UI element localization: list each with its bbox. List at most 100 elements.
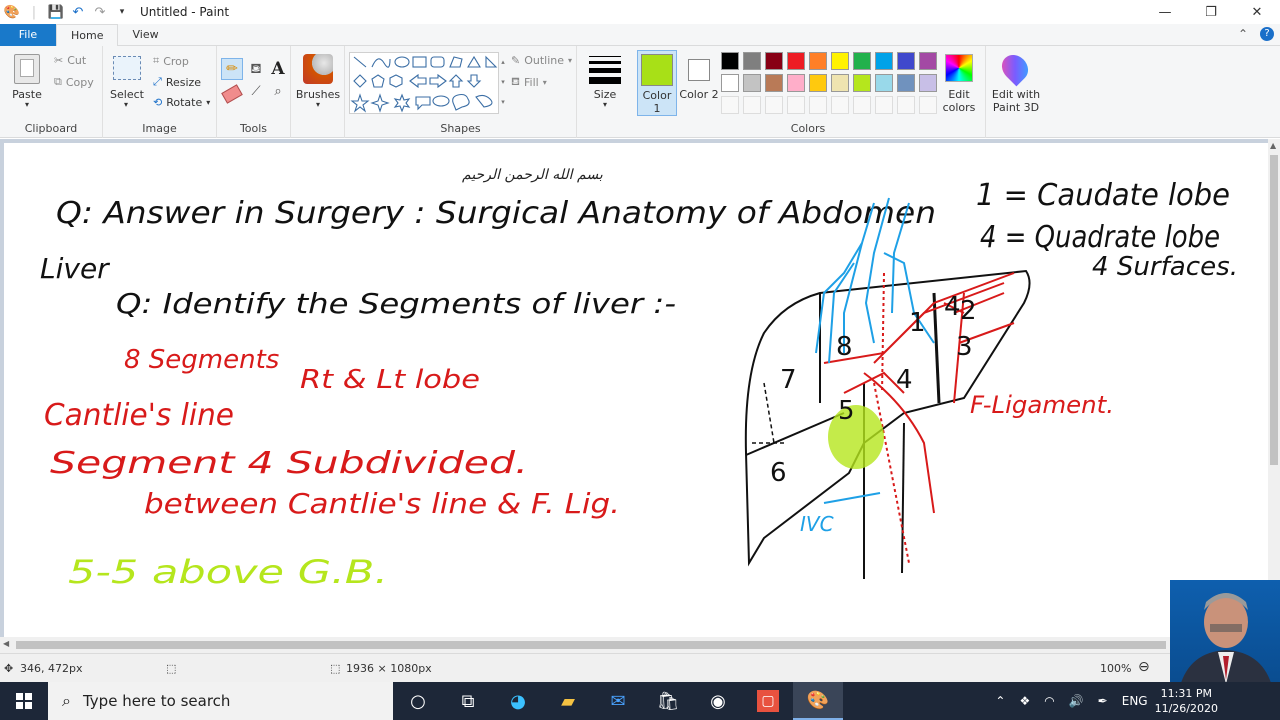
cut-button[interactable]: ✂ Cut <box>54 54 86 67</box>
drawing-canvas[interactable]: بسم الله الرحمن الرحيم Q: Answer in Surg… <box>4 143 1268 637</box>
select-icon[interactable] <box>113 56 141 80</box>
help-icon[interactable]: ? <box>1260 27 1274 41</box>
palette-swatch[interactable] <box>831 74 849 92</box>
minimize-button[interactable]: — <box>1142 0 1188 24</box>
paste-dropdown-icon[interactable]: ▾ <box>20 100 34 109</box>
palette-swatch[interactable] <box>875 52 893 70</box>
text-icon[interactable]: A <box>267 58 289 80</box>
palette-swatch[interactable] <box>853 52 871 70</box>
palette-swatch[interactable] <box>897 52 915 70</box>
dropbox-icon[interactable]: ❖ <box>1019 694 1030 708</box>
shapes-gallery[interactable] <box>349 52 499 114</box>
maximize-button[interactable]: ❐ <box>1188 0 1234 24</box>
chrome-button[interactable]: ◉ <box>693 682 743 720</box>
brush-icon[interactable] <box>303 54 333 84</box>
brushes-dropdown-icon[interactable]: ▾ <box>311 100 325 109</box>
color-picker-icon[interactable]: ⟋ <box>247 84 265 104</box>
palette-swatch[interactable] <box>919 52 937 70</box>
customize-toolbar-icon[interactable]: ▾ <box>114 4 130 20</box>
palette-swatch[interactable] <box>721 52 739 70</box>
pencil-icon[interactable]: ✏ <box>221 58 243 80</box>
palette-empty-swatch[interactable] <box>721 96 739 114</box>
tray-chevron-icon[interactable]: ⌃ <box>995 694 1005 708</box>
palette-empty-swatch[interactable] <box>853 96 871 114</box>
tab-file[interactable]: File <box>0 24 56 46</box>
network-icon[interactable]: ◠ <box>1044 694 1054 708</box>
tab-home[interactable]: Home <box>56 24 119 47</box>
outline-button[interactable]: ✎ Outline ▾ <box>511 54 572 67</box>
fill-icon[interactable]: ⛾ <box>245 58 267 80</box>
undo-icon[interactable]: ↶ <box>70 4 86 20</box>
size-icon[interactable] <box>589 56 621 84</box>
edit-with-paint3d-button[interactable]: Edit with Paint 3D <box>988 88 1044 114</box>
color2-selector[interactable]: Color 2 <box>679 50 719 116</box>
tab-view[interactable]: View <box>118 24 172 46</box>
clock-time: 11:31 PM <box>1160 687 1212 700</box>
palette-swatch[interactable] <box>853 74 871 92</box>
redo-icon[interactable]: ↷ <box>92 4 108 20</box>
shapes-scroll[interactable]: ▴ ▾ ▾ <box>499 52 507 114</box>
palette-empty-swatch[interactable] <box>765 96 783 114</box>
mail-button[interactable]: ✉ <box>593 682 643 720</box>
palette-swatch[interactable] <box>809 52 827 70</box>
palette-empty-swatch[interactable] <box>787 96 805 114</box>
eraser-icon[interactable] <box>221 84 243 104</box>
paint-taskbar-button[interactable]: 🎨 <box>793 682 843 720</box>
fill-button[interactable]: ⛾ Fill ▾ <box>511 75 547 90</box>
palette-swatch[interactable] <box>765 74 783 92</box>
collapse-ribbon-icon[interactable]: ⌃ <box>1238 27 1248 41</box>
palette-swatch[interactable] <box>831 52 849 70</box>
palette-empty-swatch[interactable] <box>919 96 937 114</box>
scroll-up-icon[interactable]: ▲ <box>1270 141 1276 150</box>
palette-swatch[interactable] <box>787 52 805 70</box>
vertical-scrollbar[interactable]: ▲ <box>1268 139 1280 637</box>
start-button[interactable] <box>0 682 48 720</box>
palette-swatch[interactable] <box>919 74 937 92</box>
color1-selector[interactable]: Color 1 <box>637 50 677 116</box>
horizontal-scroll-thumb[interactable] <box>16 641 1166 649</box>
edit-colors-button[interactable]: Edit colors <box>939 88 979 114</box>
palette-empty-swatch[interactable] <box>809 96 827 114</box>
palette-empty-swatch[interactable] <box>875 96 893 114</box>
pen-icon[interactable]: ✒ <box>1098 694 1108 708</box>
file-explorer-button[interactable]: ▰ <box>543 682 593 720</box>
segment-number: 5 <box>838 396 855 426</box>
palette-swatch[interactable] <box>897 74 915 92</box>
recording-app-button[interactable]: ▢ <box>743 682 793 720</box>
save-icon[interactable]: 💾 <box>48 4 64 20</box>
task-view-button[interactable]: ⧉ <box>443 682 493 720</box>
palette-swatch[interactable] <box>765 52 783 70</box>
scroll-left-icon[interactable]: ◀ <box>3 639 9 648</box>
palette-swatch[interactable] <box>787 74 805 92</box>
palette-swatch[interactable] <box>721 74 739 92</box>
close-button[interactable]: ✕ <box>1234 0 1280 24</box>
palette-empty-swatch[interactable] <box>831 96 849 114</box>
cortana-button[interactable]: ○ <box>393 682 443 720</box>
rotate-button[interactable]: ⟲ Rotate ▾ <box>153 96 210 109</box>
palette-swatch[interactable] <box>809 74 827 92</box>
resize-button[interactable]: ⤢ Resize <box>153 75 201 89</box>
magnifier-icon[interactable]: ⌕ <box>269 84 287 104</box>
zoom-out-button[interactable]: ⊖ <box>1138 659 1150 675</box>
language-indicator[interactable]: ENG <box>1122 694 1148 708</box>
horizontal-scrollbar[interactable]: ◀ <box>0 637 1268 653</box>
select-dropdown-icon[interactable]: ▾ <box>119 100 133 109</box>
palette-swatch[interactable] <box>743 74 761 92</box>
paint3d-icon[interactable] <box>996 49 1034 87</box>
palette-empty-swatch[interactable] <box>743 96 761 114</box>
store-button[interactable]: 🛍 <box>643 682 693 720</box>
palette-empty-swatch[interactable] <box>897 96 915 114</box>
vertical-scroll-thumb[interactable] <box>1270 155 1278 465</box>
palette-swatch[interactable] <box>743 52 761 70</box>
edit-colors-icon[interactable] <box>945 54 973 82</box>
paste-icon[interactable] <box>14 54 40 84</box>
color2-swatch <box>688 59 710 81</box>
crop-button[interactable]: ⌗ Crop <box>153 54 189 68</box>
palette-swatch[interactable] <box>875 74 893 92</box>
clock[interactable]: 11:31 PM 11/26/2020 <box>1155 686 1218 716</box>
volume-icon[interactable]: 🔊 <box>1069 694 1084 708</box>
edge-button[interactable]: ◕ <box>493 682 543 720</box>
size-dropdown-icon[interactable]: ▾ <box>598 100 612 109</box>
copy-button[interactable]: ⧉ Copy <box>54 75 94 89</box>
taskbar-search[interactable]: ⌕ Type here to search <box>48 682 393 720</box>
